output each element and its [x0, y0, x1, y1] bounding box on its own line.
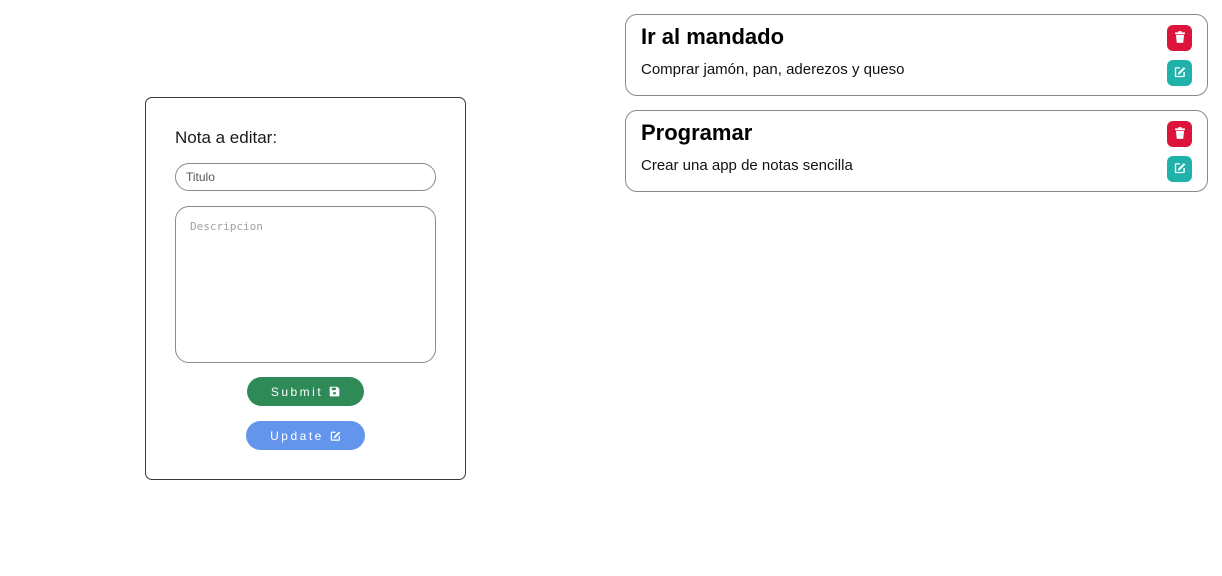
note-description: Comprar jamón, pan, aderezos y queso	[641, 61, 905, 78]
edit-icon	[1174, 66, 1186, 81]
delete-note-button[interactable]	[1167, 121, 1192, 147]
note-title: Programar	[641, 120, 753, 145]
edit-icon	[330, 430, 341, 441]
edit-note-button[interactable]	[1167, 156, 1192, 182]
note-description: Crear una app de notas sencilla	[641, 157, 853, 174]
note-card: Programar Crear una app de notas sencill…	[625, 110, 1208, 192]
update-label: Update	[270, 428, 324, 443]
save-icon	[329, 386, 340, 397]
update-button[interactable]: Update	[246, 421, 365, 450]
trash-icon	[1174, 30, 1185, 46]
title-input[interactable]	[175, 163, 436, 191]
note-card: Ir al mandado Comprar jamón, pan, aderez…	[625, 14, 1208, 96]
submit-label: Submit	[270, 384, 324, 399]
submit-button[interactable]: Submit	[247, 377, 364, 406]
note-title: Ir al mandado	[641, 24, 785, 49]
note-form-card: Nota a editar: Submit Update	[145, 97, 466, 480]
description-input[interactable]	[175, 206, 436, 363]
edit-note-button[interactable]	[1167, 60, 1192, 86]
trash-icon	[1174, 126, 1185, 142]
form-label: Nota a editar:	[175, 128, 278, 147]
delete-note-button[interactable]	[1167, 25, 1192, 51]
edit-icon	[1174, 162, 1186, 177]
